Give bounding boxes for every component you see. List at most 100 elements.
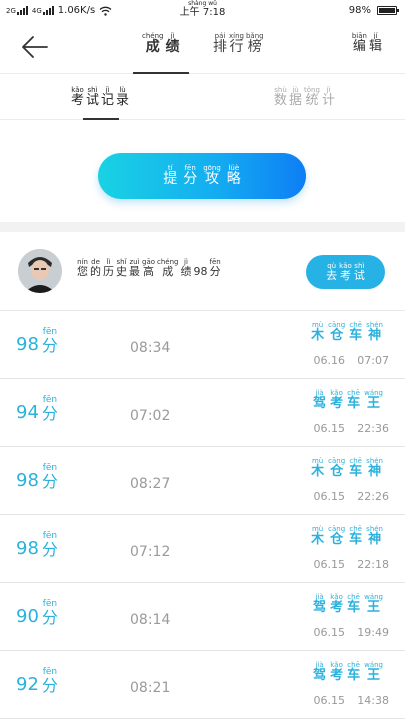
subtab-statistics[interactable]: shù 数 jù 据 tǒng 统 jì 计: [273, 86, 336, 108]
hanzi: 车: [349, 464, 363, 479]
hanzi: 您: [77, 265, 88, 278]
ruby-char: jì 绩: [181, 258, 192, 278]
score-strategy-button[interactable]: tí 提 fēn 分 gōng 攻 lüè 略: [98, 153, 306, 199]
record-row[interactable]: 90 fēn 分 08:14 jià 驾 kǎo 考 chē 车 wáng 王 06.15 19:49: [0, 583, 405, 651]
hanzi: 考: [339, 268, 351, 282]
ruby-char: chē 车: [347, 593, 360, 615]
ruby-char: jià 驾: [313, 593, 326, 615]
record-score-value: 90: [16, 606, 39, 627]
ruby-char: tǒng 统: [304, 86, 320, 108]
record-duration: 08:21: [130, 680, 171, 696]
hanzi: 仓: [330, 328, 344, 343]
hanzi: 王: [367, 668, 381, 683]
hanzi: 高: [143, 265, 154, 278]
ruby-char: de 的: [90, 258, 101, 278]
hanzi: 考: [330, 600, 344, 615]
ruby-char: fēn 分: [183, 164, 197, 187]
hanzi: 编: [352, 39, 366, 54]
pinyin: fēn: [42, 599, 58, 609]
ruby-char: jí 辑: [369, 32, 382, 54]
sub-tabs: kǎo 考 shì 试 jì 记 lù 录 shù 数 jù 据 tǒng 统 jì 计: [0, 74, 405, 120]
best-score-value: 98: [193, 265, 208, 278]
record-time: 22:18: [357, 558, 389, 571]
record-score-unit: fēn 分: [42, 600, 58, 628]
hanzi: 木: [311, 532, 325, 547]
ruby-char: nín 您: [77, 258, 88, 278]
record-row[interactable]: 98 fēn 分 07:12 mù 木 cāng 仓 chē 车 shén 神 06.15 22:18: [0, 515, 405, 583]
record-date: 06.15: [313, 422, 346, 435]
record-duration: 07:02: [130, 408, 171, 424]
tab-scores[interactable]: chéng 成 jì 绩: [141, 32, 180, 55]
hanzi: 排: [213, 39, 227, 55]
hanzi: 分: [41, 676, 58, 695]
hanzi: 车: [349, 532, 363, 547]
ruby-char: chē 车: [349, 321, 362, 343]
ruby-char: shǐ 史: [116, 258, 127, 278]
record-score-unit: fēn 分: [42, 532, 58, 560]
record-row[interactable]: 98 fēn 分 08:27 mù 木 cāng 仓 chē 车 shén 神 06.15 22:26: [0, 447, 405, 515]
hanzi: 分: [41, 336, 58, 355]
hanzi: 分: [183, 171, 198, 188]
take-exam-button[interactable]: qù 去 kǎo 考 shì 试: [306, 255, 385, 289]
ruby-char: qù 去: [326, 262, 337, 282]
ruby-char: shén 神: [366, 525, 383, 547]
ruby-char: lì 历: [103, 258, 114, 278]
hanzi: 考: [330, 668, 344, 683]
edit-button[interactable]: biān 编 jí 辑: [351, 32, 383, 54]
ruby-char: mù 木: [311, 525, 324, 547]
record-row[interactable]: 98 fēn 分 08:34 mù 木 cāng 仓 chē 车 shén 神 06.16 07:07: [0, 311, 405, 379]
hanzi: 试: [353, 268, 365, 282]
hanzi: 分: [41, 608, 58, 627]
hanzi: 行: [229, 39, 244, 55]
ruby-char: shù 数: [274, 86, 287, 108]
ruby-char: xíng 行: [229, 32, 244, 55]
hanzi: 神: [368, 532, 382, 547]
ruby-char: shì 试: [354, 262, 365, 282]
ruby-char: kǎo 考: [330, 661, 343, 683]
ruby-char: mù 木: [311, 321, 324, 343]
record-score: 92 fēn 分: [16, 668, 59, 696]
ruby-char: chéng 成: [157, 258, 178, 278]
record-score: 90 fēn 分: [16, 600, 59, 628]
section-divider: [0, 222, 405, 232]
ruby-char: gāo 高: [142, 258, 155, 278]
hanzi: 数: [274, 93, 288, 108]
record-time: 07:07: [357, 354, 389, 367]
record-duration: 08:27: [130, 476, 171, 492]
record-title: jià 驾 kǎo 考 chē 车 wáng 王: [311, 389, 385, 411]
record-row[interactable]: 92 fēn 分 08:21 jià 驾 kǎo 考 chē 车 wáng 王 06.15 14:38: [0, 651, 405, 719]
record-row[interactable]: 94 fēn 分 07:02 jià 驾 kǎo 考 chē 车 wáng 王 06.15 22:36: [0, 379, 405, 447]
record-time: 14:38: [357, 694, 389, 707]
hanzi: 车: [349, 328, 363, 343]
subtab-exam-records[interactable]: kǎo 考 shì 试 jì 记 lù 录: [70, 86, 130, 108]
user-avatar-icon: [18, 249, 62, 293]
record-duration: 08:14: [130, 612, 171, 628]
strategy-section: tí 提 fēn 分 gōng 攻 lüè 略: [0, 120, 405, 222]
record-score-unit: fēn 分: [42, 464, 58, 492]
status-time: shàng wǔ 上午 7:18: [179, 0, 226, 18]
ruby-char: lù 录: [116, 86, 129, 108]
hanzi: 统: [305, 93, 319, 108]
record-date: 06.15: [313, 490, 346, 503]
record-date: 06.15: [313, 694, 346, 707]
record-duration: 08:34: [130, 340, 171, 356]
hanzi: 计: [321, 93, 335, 108]
hanzi: 神: [368, 328, 382, 343]
ruby-char: wáng 王: [364, 593, 383, 615]
back-button[interactable]: [20, 34, 50, 60]
record-score-unit: fēn 分: [42, 396, 58, 424]
avatar: [18, 249, 62, 293]
ruby-char: shén 神: [366, 321, 383, 343]
ruby-char: kǎo 考: [330, 389, 343, 411]
record-date: 06.16: [313, 354, 346, 367]
record-time: 22:36: [357, 422, 389, 435]
best-score-row: nín 您 de 的 lì 历 shǐ 史 zuì 最 gāo 高 chéng 成 jì 绩 98 fēn 分 …: [0, 232, 405, 311]
ruby-char: jù 据: [289, 86, 302, 108]
hanzi: 分: [209, 265, 221, 278]
record-time: 22:26: [357, 490, 389, 503]
ruby-char: kǎo 考: [71, 86, 84, 108]
ruby-char: pái 排: [213, 32, 227, 55]
ruby-char: bǎng 榜: [246, 32, 264, 55]
tab-leaderboard[interactable]: pái 排 xíng 行 bǎng 榜: [212, 32, 265, 55]
ruby-char: shén 神: [366, 457, 383, 479]
